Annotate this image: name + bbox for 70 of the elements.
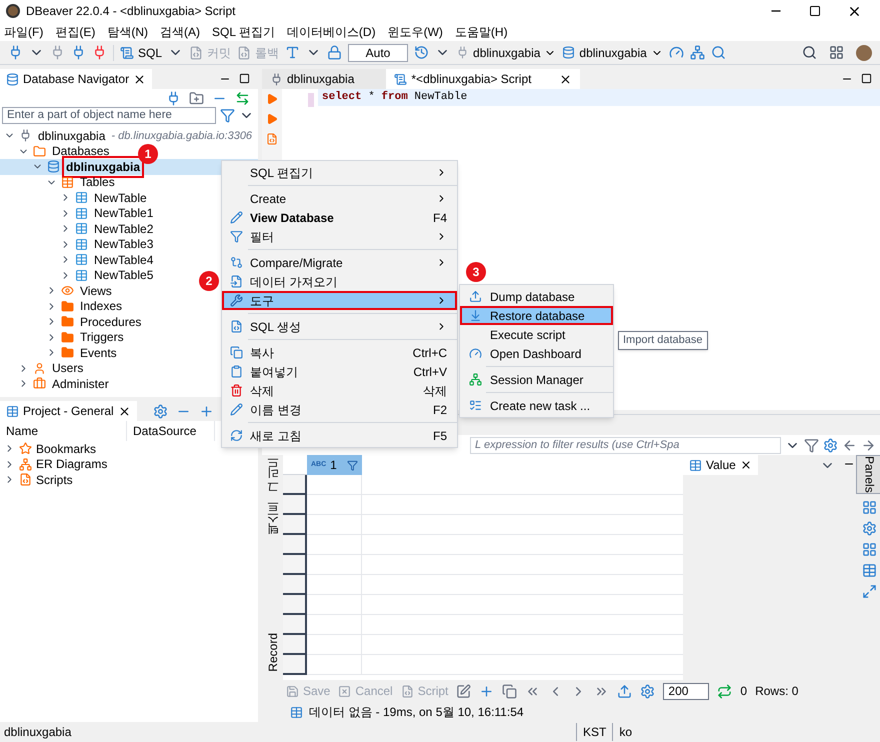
connection-host: - db.linuxgabia.gabia.io:3306: [111, 128, 252, 144]
menu-item[interactable]: 데이터베이스(D): [286, 22, 376, 40]
view-tab[interactable]: 텍스트: [264, 507, 282, 543]
menu-item[interactable]: SQL 편집기: [212, 22, 275, 40]
tree-item[interactable]: Scripts: [36, 470, 73, 489]
tree-item[interactable]: ER Diagrams: [36, 455, 108, 474]
tree-item[interactable]: NewTable3: [92, 235, 156, 254]
menu-item[interactable]: 도움말(H): [454, 22, 508, 40]
sql-editor-button[interactable]: SQL: [120, 44, 162, 62]
tree-item[interactable]: NewTable2: [92, 220, 156, 238]
menu-item[interactable]: Dump database: [460, 287, 613, 306]
tree-item[interactable]: dblinuxgabia: [36, 126, 108, 145]
tree-item[interactable]: NewTable: [92, 188, 149, 207]
menu-item[interactable]: SQL 생성: [222, 317, 457, 336]
tree-item[interactable]: NewTable5: [92, 266, 156, 284]
status-message: 데이터 없음 - 19ms, on 5월 10, 16:11:54: [309, 704, 524, 721]
menu-item[interactable]: 새로 고침 F5: [222, 426, 457, 445]
tree-item[interactable]: Events: [78, 344, 119, 362]
menu-item[interactable]: 검색(A): [160, 22, 200, 40]
menu-item[interactable]: 붙여넣기 Ctrl+V: [222, 362, 457, 381]
locale-label: ko: [612, 723, 638, 741]
tree-item[interactable]: Views: [78, 282, 114, 300]
tree-item[interactable]: Users: [50, 359, 86, 378]
connection-selector[interactable]: dblinuxgabia: [456, 44, 556, 62]
menu-item[interactable]: 복사 Ctrl+C: [222, 343, 457, 362]
row-count: 0: [740, 683, 748, 700]
editor-tab[interactable]: dblinuxgabia: [262, 69, 386, 89]
menu-item[interactable]: Session Manager: [460, 370, 613, 389]
menu-item[interactable]: 데이터 가져오기: [222, 272, 457, 291]
menu-item[interactable]: 삭제 삭제: [222, 381, 457, 400]
database-selector[interactable]: dblinuxgabia: [562, 44, 663, 62]
view-tab[interactable]: 그리드: [264, 463, 282, 499]
tooltip: Import database: [618, 331, 708, 350]
timezone-label: KST: [576, 723, 612, 741]
menu-item[interactable]: 편집(E): [55, 22, 96, 40]
menu-item[interactable]: 필터: [222, 227, 457, 246]
menu-item[interactable]: Execute script: [460, 325, 613, 344]
menu-item[interactable]: 이름 변경 F2: [222, 400, 457, 419]
menu-item[interactable]: 윈도우(W): [388, 22, 443, 40]
menu-item[interactable]: Open Dashboard: [460, 344, 613, 363]
editor-tab[interactable]: *<dblinuxgabia> Script: [386, 69, 580, 89]
menu-item[interactable]: Restore database: [460, 306, 613, 325]
menu-item[interactable]: View Database F4: [222, 208, 457, 227]
filter-field[interactable]: L expression to filter results (use Ctrl+Spa: [470, 436, 781, 454]
tree-item[interactable]: NewTable1: [92, 204, 156, 222]
view-tab[interactable]: Record: [264, 633, 282, 672]
tree-item[interactable]: Administer: [50, 374, 111, 393]
menu-item[interactable]: SQL 편집기: [222, 163, 457, 182]
column-header[interactable]: Name: [0, 421, 127, 441]
panels-tab[interactable]: Panels: [856, 455, 880, 494]
tree-item[interactable]: Triggers: [78, 328, 126, 346]
tree-item[interactable]: Bookmarks: [36, 440, 96, 458]
tree-item[interactable]: Databases: [50, 142, 112, 160]
fetch-size-field[interactable]: 200: [663, 682, 710, 700]
tree-item[interactable]: Tables: [78, 173, 117, 192]
menu-item[interactable]: Compare/Migrate: [222, 253, 457, 272]
menu-item[interactable]: Create new task ...: [460, 396, 613, 415]
window-title: DBeaver 22.0.4 - <dblinuxgabia> Script: [26, 3, 236, 20]
menu-item[interactable]: 파일(F): [4, 22, 44, 40]
tree-item[interactable]: Indexes: [78, 297, 124, 316]
status-text: dblinuxgabia: [4, 724, 72, 741]
menu-item[interactable]: 도구: [222, 291, 457, 310]
rows-label: Rows: 0: [755, 683, 798, 700]
transaction-mode-field[interactable]: Auto: [348, 44, 408, 62]
search-field[interactable]: Enter a part of object name here: [2, 107, 216, 124]
column-header[interactable]: DataSource: [127, 421, 215, 441]
tree-item[interactable]: NewTable4: [92, 250, 156, 269]
menu-item[interactable]: 탐색(N): [107, 22, 148, 40]
menu-item[interactable]: Create: [222, 189, 457, 208]
tree-item[interactable]: Procedures: [78, 312, 144, 331]
